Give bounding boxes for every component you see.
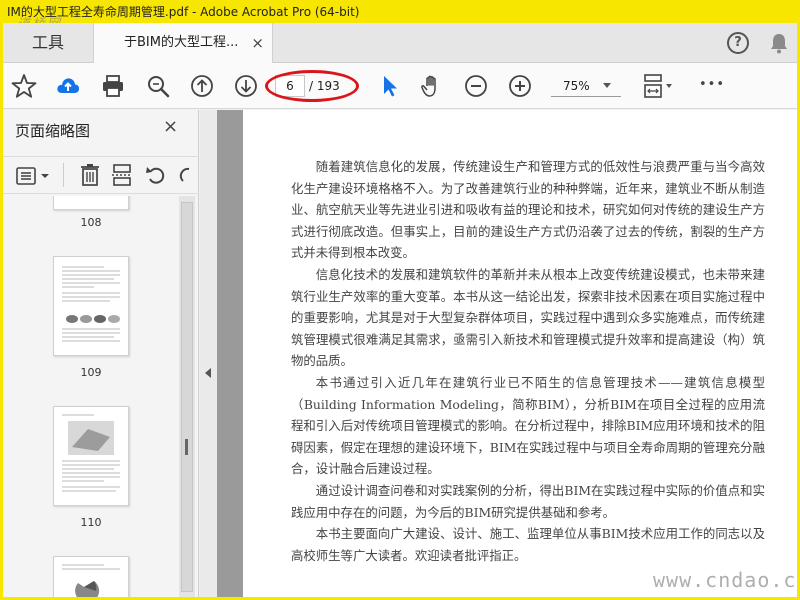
window-title: IM的大型工程全寿命周期管理.pdf - Adobe Acrobat Pro (… xyxy=(3,3,797,23)
close-tab-button[interactable]: × xyxy=(251,23,264,63)
panel-resize-grip[interactable] xyxy=(185,439,188,455)
toolbar-divider xyxy=(63,163,64,187)
paragraph: 本书主要面向广大建设、设计、施工、监理单位从事BIM技术应用工作的同志以及高校师… xyxy=(291,526,765,563)
thumbnail-content xyxy=(62,414,120,492)
panel-title: 页面缩略图 xyxy=(15,122,91,140)
paragraph: 通过设计调查问卷和对实践案例的分析，得出BIM在实践过程中实际的价值点和实践应用… xyxy=(291,482,765,520)
page-thumbnails-panel: 页面缩略图 × 108 109 110 xyxy=(3,110,199,597)
bell-icon[interactable] xyxy=(767,31,791,55)
collapse-arrow-icon[interactable] xyxy=(205,368,211,378)
app-window: IM的大型工程全寿命周期管理.pdf - Adobe Acrobat Pro (… xyxy=(3,3,797,597)
thumbnail-scrollbar[interactable] xyxy=(179,196,195,597)
tab-document[interactable]: 于BIM的大型工程... × xyxy=(93,23,273,63)
rotate-right-icon[interactable] xyxy=(179,163,191,187)
thumbnail-label: 109 xyxy=(80,366,102,379)
page-fit-icon[interactable] xyxy=(641,73,675,99)
print-icon[interactable] xyxy=(100,73,126,99)
thumbnail-page-111[interactable] xyxy=(53,556,129,597)
star-icon[interactable] xyxy=(11,73,37,99)
options-menu-icon[interactable] xyxy=(15,165,53,187)
watermark-url: www.cndao.com xyxy=(653,568,797,592)
select-cursor-icon[interactable] xyxy=(377,73,403,99)
highlight-ellipse xyxy=(265,70,359,102)
thumbnail-page-108[interactable] xyxy=(53,196,129,210)
cloud-upload-icon[interactable] xyxy=(55,73,81,99)
rotate-left-icon[interactable] xyxy=(145,163,167,187)
zoom-search-icon[interactable] xyxy=(145,73,171,99)
thumbnail-list: 108 109 110 xyxy=(3,196,179,597)
paragraph: 信息化技术的发展和建筑软件的革新并未从根本上改变传统建设模式，也未带来建筑行业生… xyxy=(291,266,765,369)
more-tools-button[interactable]: ••• xyxy=(699,77,725,92)
close-panel-button[interactable]: × xyxy=(163,116,178,137)
zoom-out-icon[interactable] xyxy=(463,73,489,99)
document-body: 随着建筑信息化的发展，传统建设生产和管理方式的低效性与浪费严重与当今高效化生产建… xyxy=(291,156,765,566)
thumbnail-content xyxy=(62,564,120,597)
panel-collapse-strip[interactable] xyxy=(200,110,217,597)
tab-bar: 工具 于BIM的大型工程... × ? xyxy=(3,23,797,63)
thumbnail-toolbar xyxy=(3,156,199,194)
trash-icon[interactable] xyxy=(79,163,101,187)
hand-tool-icon[interactable] xyxy=(419,73,445,99)
thumbnail-label: 110 xyxy=(80,516,102,529)
extract-pages-icon[interactable] xyxy=(111,163,133,187)
thumbnail-content xyxy=(62,266,120,342)
tab-document-label: 于BIM的大型工程... xyxy=(124,35,239,50)
document-gutter xyxy=(217,110,243,597)
paragraph: 随着建筑信息化的发展，传统建设生产和管理方式的低效性与浪费严重与当今高效化生产建… xyxy=(291,159,765,261)
help-icon[interactable]: ? xyxy=(727,32,749,54)
chevron-down-icon[interactable] xyxy=(603,83,611,88)
paragraph: 本书通过引入近几年在建筑行业已不陌生的信息管理技术——建筑信息模型（Buildi… xyxy=(291,374,765,477)
thumbnail-label: 108 xyxy=(80,216,102,229)
main-toolbar: 6 / 193 75% ••• xyxy=(3,63,797,109)
scrollbar-thumb[interactable] xyxy=(181,202,193,592)
previous-page-icon[interactable] xyxy=(189,73,215,99)
document-page: 随着建筑信息化的发展，传统建设生产和管理方式的低效性与浪费严重与当今高效化生产建… xyxy=(243,110,797,597)
next-page-icon[interactable] xyxy=(233,73,259,99)
thumbnail-page-110[interactable] xyxy=(53,406,129,506)
zoom-in-icon[interactable] xyxy=(507,73,533,99)
thumbnail-page-109[interactable] xyxy=(53,256,129,356)
tab-tools[interactable]: 工具 xyxy=(3,23,93,63)
